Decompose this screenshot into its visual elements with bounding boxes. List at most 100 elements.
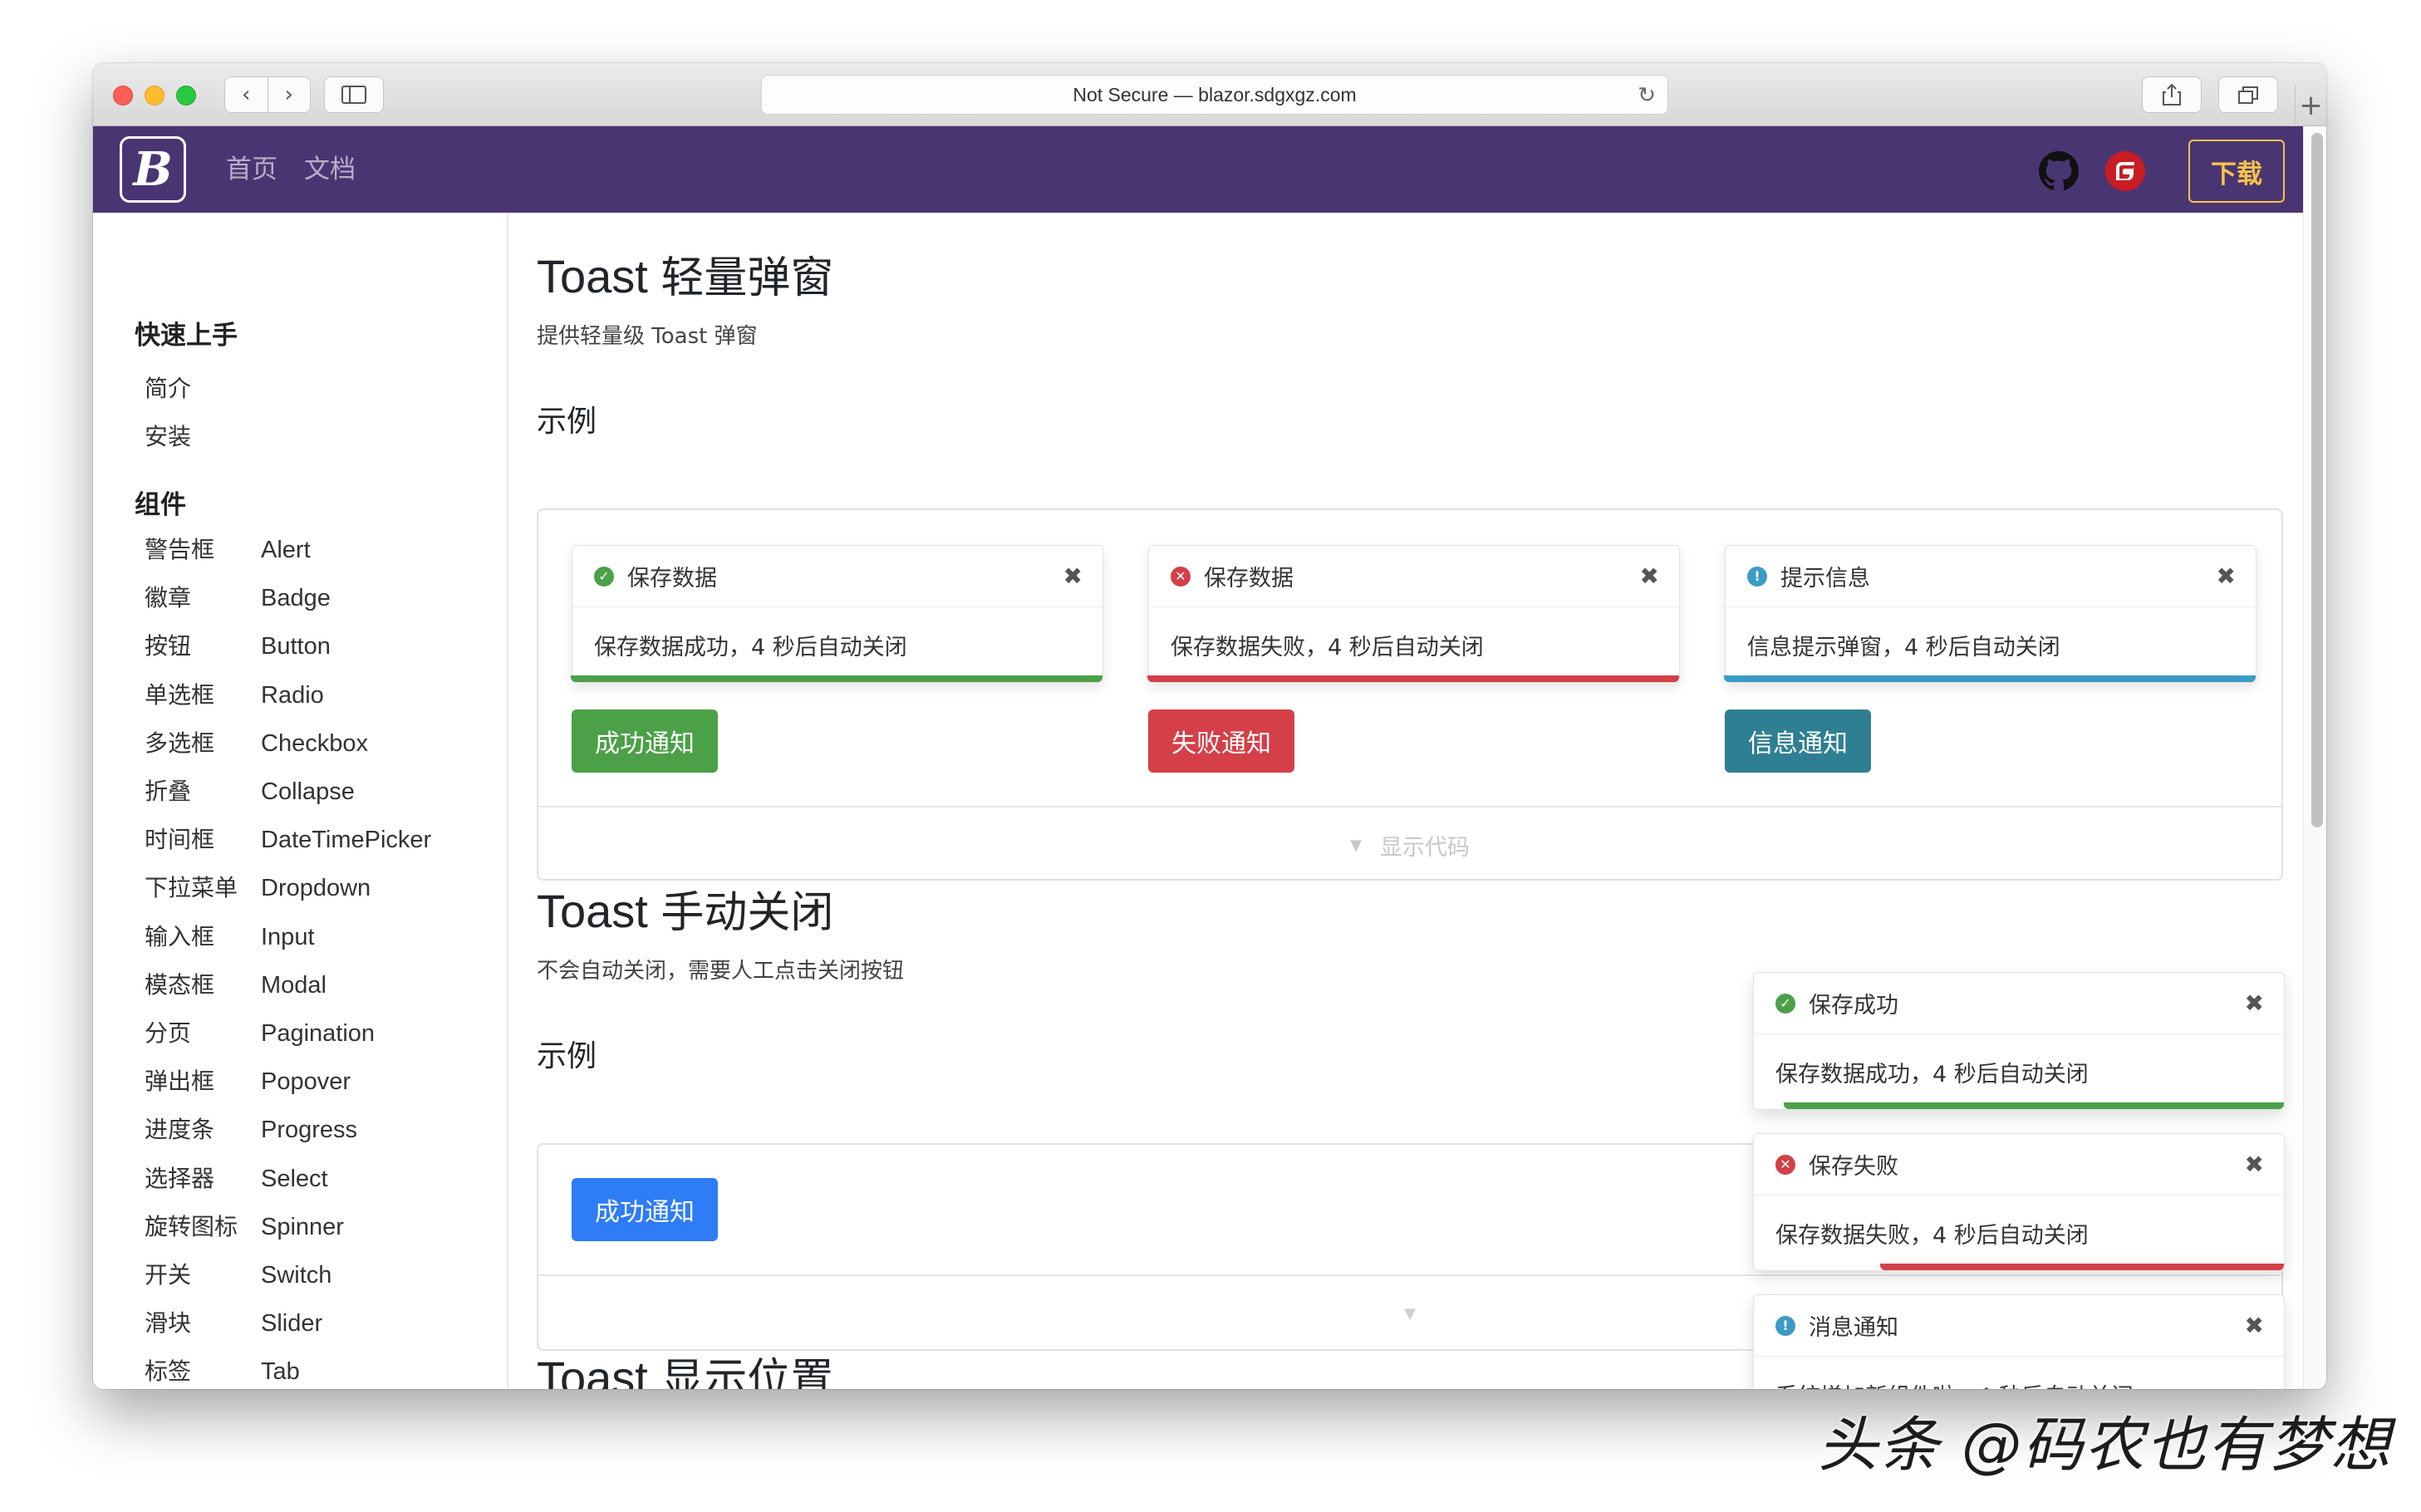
toast: ✕ 保存数据 ✖ 保存数据失败，4 秒后自动关闭 [1147,545,1680,683]
success-notify-button[interactable]: 成功通知 [572,709,718,773]
toast-header: ✕ 保存失败 [1754,1134,2284,1195]
sidebar-item-install[interactable]: 安装 [145,419,261,452]
back-button[interactable]: ‹ [225,76,268,113]
toast-body: 保存数据成功，4 秒后自动关闭 [594,635,907,660]
gitee-icon[interactable] [2105,151,2145,191]
example-heading-2: 示例 [537,1039,597,1073]
close-icon[interactable]: ✖ [2217,562,2236,590]
toast-title: 保存数据 [1204,566,1294,592]
toast-body: 信息提示弹窗，4 秒后自动关闭 [1747,635,2060,660]
toast-body: 保存数据失败，4 秒后自动关闭 [1775,1223,2089,1249]
toast-header: ✕ 保存数据 [1149,546,1679,607]
sidebar-item-radio[interactable]: 单选框 Radio [145,677,324,710]
tabs-icon [2238,86,2258,104]
close-icon[interactable]: ✖ [1063,562,1083,590]
sidebar-item-badge[interactable]: 徽章 Badge [145,580,331,613]
sidebar-item-label-cn: 旋转图标 [145,1212,238,1240]
sidebar-item-checkbox[interactable]: 多选框 Checkbox [145,725,368,758]
download-button[interactable]: 下载 [2188,140,2285,203]
sidebar-item-dropdown[interactable]: 下拉菜单 Dropdown [145,870,371,903]
address-bar[interactable]: Not Secure — blazor.sdgxgz.com ↻ [761,75,1668,115]
sidebar-item-label-cn: 选择器 [145,1164,215,1192]
sidebar-item-label-en: Badge [261,585,331,612]
sidebar-toggle-button[interactable] [324,76,384,113]
show-code-toggle[interactable]: ▼ 显示代码 [538,806,2281,882]
nav-link-home[interactable]: 首页 [226,151,277,188]
forward-button[interactable]: › [267,76,311,113]
info-circle-icon: ! [1775,1315,1795,1336]
close-icon[interactable]: ✖ [2245,1151,2264,1178]
reload-icon[interactable]: ↻ [1638,82,1656,108]
new-tab-button[interactable]: + [2295,85,2326,126]
toast-progress-bar [1784,1102,2284,1109]
toast-title: 提示信息 [1780,566,1870,592]
sidebar-item-popover[interactable]: 弹出框 Popover [145,1063,351,1097]
address-text: Not Secure — blazor.sdgxgz.com [1073,83,1357,106]
sidebar-item-select[interactable]: 选择器 Select [145,1161,328,1194]
sidebar-item-label-en: Progress [261,1117,358,1144]
toast: ! 消息通知 ✖ 系统增加新组件啦，4 秒后自动关闭 [1753,1294,2285,1389]
demo-card-basic: ✓ 保存数据 ✖ 保存数据成功，4 秒后自动关闭 ✕ 保存数据 ✖ 保存数据失败，4 秒后自动… [537,508,2283,881]
sidebar-item-spinner[interactable]: 旋转图标 Spinner [145,1209,344,1242]
sidebar-item-label-cn: 输入框 [145,922,215,950]
toast-progress-bar [1879,1264,2284,1270]
sidebar-item-label-en: Radio [261,681,324,709]
toast-header: ✓ 保存数据 [572,546,1102,607]
sidebar-item-tab[interactable]: 标签 Tab [145,1353,300,1387]
times-circle-icon: ✕ [1775,1154,1795,1175]
sidebar-item-label-cn: 警告框 [145,536,215,563]
toast-title: 保存成功 [1809,993,1898,1019]
sidebar-item-button[interactable]: 按钮 Button [145,628,331,661]
sidebar-item-datetimepicker[interactable]: 时间框 DateTimePicker [145,822,431,855]
sidebar-item-slider[interactable]: 滑块 Slider [145,1305,322,1338]
close-window-button[interactable] [113,86,133,106]
sidebar-item-label: 安装 [145,423,192,450]
minimize-window-button[interactable] [145,86,165,106]
share-button[interactable] [2142,76,2202,113]
times-circle-icon: ✕ [1171,566,1191,587]
sidebar-item-label-en: Spinner [261,1213,344,1240]
sidebar-item-progress[interactable]: 进度条 Progress [145,1112,357,1145]
zoom-window-button[interactable] [176,86,196,106]
close-icon[interactable]: ✖ [2245,989,2264,1017]
toast-header: ! 消息通知 [1754,1295,2284,1357]
sidebar-item-input[interactable]: 输入框 Input [145,919,315,952]
toast-title: 保存失败 [1809,1154,1898,1180]
sidebar-item-label-en: Popover [261,1068,351,1096]
sidebar-icon [341,86,366,104]
sidebar-item-alert[interactable]: 警告框 Alert [145,532,311,565]
sidebar-item-intro[interactable]: 简介 [145,371,261,404]
sidebar-item-label-en: Select [261,1165,328,1192]
sidebar-item-label-cn: 折叠 [145,778,192,805]
toast: ✓ 保存成功 ✖ 保存数据成功，4 秒后自动关闭 [1753,972,2285,1110]
sidebar-item-label-en: Tab [261,1358,300,1386]
page-title: Toast 轻量弹窗 [537,243,833,305]
github-icon[interactable] [2039,151,2079,191]
brand-logo[interactable]: B [120,136,186,203]
nav-link-docs[interactable]: 文档 [304,151,356,188]
sidebar-item-label-en: Slider [261,1310,323,1338]
sidebar-item-label-en: Button [261,633,331,660]
manual-success-notify-button[interactable]: 成功通知 [572,1178,718,1241]
sidebar-item-pagination[interactable]: 分页 Pagination [145,1015,375,1048]
scrollbar-thumb[interactable] [2311,133,2323,827]
error-notify-button[interactable]: 失败通知 [1148,709,1294,773]
sidebar-item-label-cn: 标签 [145,1357,192,1386]
sidebar-item-label-cn: 单选框 [145,680,215,709]
toast: ✕ 保存失败 ✖ 保存数据失败，4 秒后自动关闭 [1753,1133,2285,1271]
info-circle-icon: ! [1747,566,1767,587]
toast: ✓ 保存数据 ✖ 保存数据成功，4 秒后自动关闭 [571,545,1103,683]
sidebar-item-label-en: Alert [261,537,311,563]
info-notify-button[interactable]: 信息通知 [1725,709,1871,773]
sidebar-item-switch[interactable]: 开关 Switch [145,1257,331,1290]
toast-body: 系统增加新组件啦，4 秒后自动关闭 [1775,1378,2134,1389]
section-title-cn: 显示位置 [660,1355,834,1389]
caret-down-icon: ▼ [1404,1304,1416,1323]
sidebar-item-collapse[interactable]: 折叠 Collapse [145,773,355,807]
sidebar-item-label-cn: 弹出框 [145,1068,215,1096]
close-icon[interactable]: ✖ [1640,562,1659,590]
show-tabs-button[interactable] [2218,76,2278,113]
close-icon[interactable]: ✖ [2245,1312,2264,1339]
sidebar-item-modal[interactable]: 模态框 Modal [145,967,327,1000]
toast-title: 保存数据 [627,566,717,592]
